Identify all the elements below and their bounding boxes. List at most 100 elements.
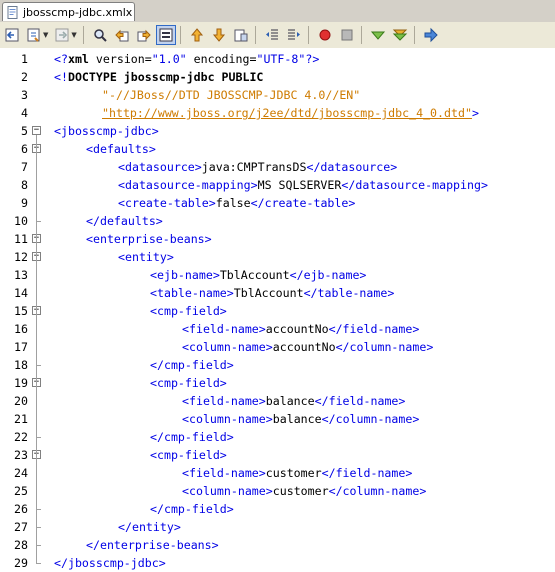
line-number: 28 <box>14 538 28 552</box>
code-line[interactable]: <!DOCTYPE jbosscmp-jdbc PUBLIC <box>54 68 263 86</box>
line-number: 26 <box>14 502 28 516</box>
code-token: </ejb-name> <box>289 268 367 282</box>
back-icon[interactable] <box>2 25 22 45</box>
code-line[interactable]: <field-name>customer</field-name> <box>182 464 412 482</box>
toolbar-separator <box>179 26 181 44</box>
code-line[interactable]: <column-name>accountNo</column-name> <box>182 338 433 356</box>
line-number: 14 <box>14 286 28 300</box>
code-token: TblAccount <box>219 268 290 282</box>
code-area[interactable]: <?xml version="1.0" encoding="UTF-8"?> <!… <box>46 48 555 571</box>
code-line[interactable]: <cmp-field> <box>150 446 227 464</box>
line-number: 27 <box>14 520 28 534</box>
code-token: false <box>215 196 251 210</box>
toggle-highlight-icon[interactable] <box>155 25 176 45</box>
code-line[interactable]: <column-name>customer</column-name> <box>182 482 426 500</box>
code-token: TblAccount <box>233 286 304 300</box>
code-line[interactable]: "-//JBoss//DTD JBOSSCMP-JDBC 4.0//EN" <box>102 86 360 104</box>
comment-icon[interactable] <box>368 25 388 45</box>
close-icon[interactable]: x <box>126 6 133 19</box>
code-token: <cmp-field> <box>150 376 227 390</box>
code-token: </table-name> <box>303 286 395 300</box>
code-token: </column-name> <box>321 412 420 426</box>
code-token: ?> <box>305 52 320 66</box>
code-line[interactable]: <enterprise-beans> <box>86 230 212 248</box>
previous-bookmark-icon[interactable] <box>187 25 207 45</box>
code-token: <field-name> <box>182 466 266 480</box>
code-line[interactable]: <cmp-field> <box>150 374 227 392</box>
fold-collapse-icon[interactable]: − <box>32 126 41 135</box>
code-token: <entity> <box>118 250 174 264</box>
find-previous-icon[interactable] <box>112 25 132 45</box>
code-token: <enterprise-beans> <box>86 232 212 246</box>
code-token: </column-name> <box>328 484 427 498</box>
code-line[interactable]: <defaults> <box>86 140 156 158</box>
record-macro-icon[interactable] <box>315 25 335 45</box>
fold-end-marker[interactable] <box>36 563 41 564</box>
code-line[interactable]: <field-name>accountNo</field-name> <box>182 320 419 338</box>
code-line[interactable]: </cmp-field> <box>150 500 234 518</box>
code-editor[interactable]: 1 2 3 4 5 6 7 8 9 10 11 12 13 14 15 16 17 18 19 20 21 22 23 24 2… <box>0 48 555 571</box>
code-line[interactable]: <table-name>TblAccount</table-name> <box>150 284 394 302</box>
code-line[interactable]: </entity> <box>118 518 181 536</box>
code-token: </jbosscmp-jdbc> <box>54 556 166 570</box>
code-token: xml <box>67 52 89 66</box>
stop-macro-icon[interactable] <box>337 25 357 45</box>
code-line[interactable]: </enterprise-beans> <box>86 536 219 554</box>
find-next-icon[interactable] <box>134 25 154 45</box>
shift-right-icon[interactable] <box>284 25 304 45</box>
code-token: "UTF-8" <box>256 52 306 66</box>
code-line[interactable]: "http://www.jboss.org/j2ee/dtd/jbosscmp-… <box>102 104 479 122</box>
code-token: MS SQLSERVER <box>257 178 342 192</box>
code-line[interactable]: </jbosscmp-jdbc> <box>54 554 166 572</box>
toggle-bookmark-icon[interactable] <box>231 25 251 45</box>
code-line[interactable]: </defaults> <box>86 212 163 230</box>
line-number: 18 <box>14 358 28 372</box>
code-line[interactable]: </cmp-field> <box>150 356 234 374</box>
uncomment-icon[interactable] <box>390 25 410 45</box>
line-number: 11 <box>14 232 28 246</box>
code-line[interactable]: </cmp-field> <box>150 428 234 446</box>
code-line[interactable]: <create-table>false</create-table> <box>118 194 355 212</box>
history-dropdown-icon[interactable]: ▼ <box>43 31 48 39</box>
line-number: 19 <box>14 376 28 390</box>
code-token: <jbosscmp-jdbc> <box>54 124 159 138</box>
line-number: 3 <box>21 88 28 102</box>
code-line[interactable]: <field-name>balance</field-name> <box>182 392 405 410</box>
line-number: 2 <box>21 70 28 84</box>
find-icon[interactable] <box>90 25 110 45</box>
code-token: customer <box>265 466 322 480</box>
line-number: 8 <box>21 178 28 192</box>
code-token: <create-table> <box>118 196 216 210</box>
line-number: 21 <box>14 412 28 426</box>
code-token: <datasource> <box>118 160 202 174</box>
code-line[interactable]: <ejb-name>TblAccount</ejb-name> <box>150 266 366 284</box>
forward-icon[interactable] <box>52 25 72 45</box>
code-token: <cmp-field> <box>150 448 227 462</box>
code-token: balance <box>265 394 315 408</box>
code-line[interactable]: <datasource-mapping>MS SQLSERVER</dataso… <box>118 176 488 194</box>
code-token: "http://www.jboss.org/j2ee/dtd/jbosscmp-… <box>102 106 472 120</box>
code-line[interactable]: <cmp-field> <box>150 302 227 320</box>
code-token: </defaults> <box>86 214 163 228</box>
file-tab[interactable]: jbosscmp-jdbc.xml x <box>2 2 135 21</box>
code-line[interactable]: <datasource>java:CMPTransDS</datasource> <box>118 158 397 176</box>
line-number: 4 <box>21 106 28 120</box>
line-number: 17 <box>14 340 28 354</box>
code-line[interactable]: <entity> <box>118 248 174 266</box>
code-line[interactable]: <?xml version="1.0" encoding="UTF-8"?> <box>54 50 319 68</box>
line-number: 16 <box>14 322 28 336</box>
code-token: DOCTYPE jbosscmp-jdbc PUBLIC <box>67 70 264 84</box>
code-token: java:CMPTransDS <box>201 160 307 174</box>
history-icon[interactable] <box>24 25 44 45</box>
shift-left-icon[interactable] <box>262 25 282 45</box>
code-line[interactable]: <jbosscmp-jdbc> <box>54 122 159 140</box>
line-number: 20 <box>14 394 28 408</box>
editor-tab-bar: jbosscmp-jdbc.xml x <box>0 0 555 23</box>
code-token: accountNo <box>265 322 329 336</box>
next-bookmark-icon[interactable] <box>209 25 229 45</box>
toolbar-separator <box>307 26 309 44</box>
code-token: </field-name> <box>314 394 406 408</box>
code-line[interactable]: <column-name>balance</column-name> <box>182 410 419 428</box>
forward-dropdown-icon[interactable]: ▼ <box>71 31 76 39</box>
run-icon[interactable] <box>421 25 441 45</box>
